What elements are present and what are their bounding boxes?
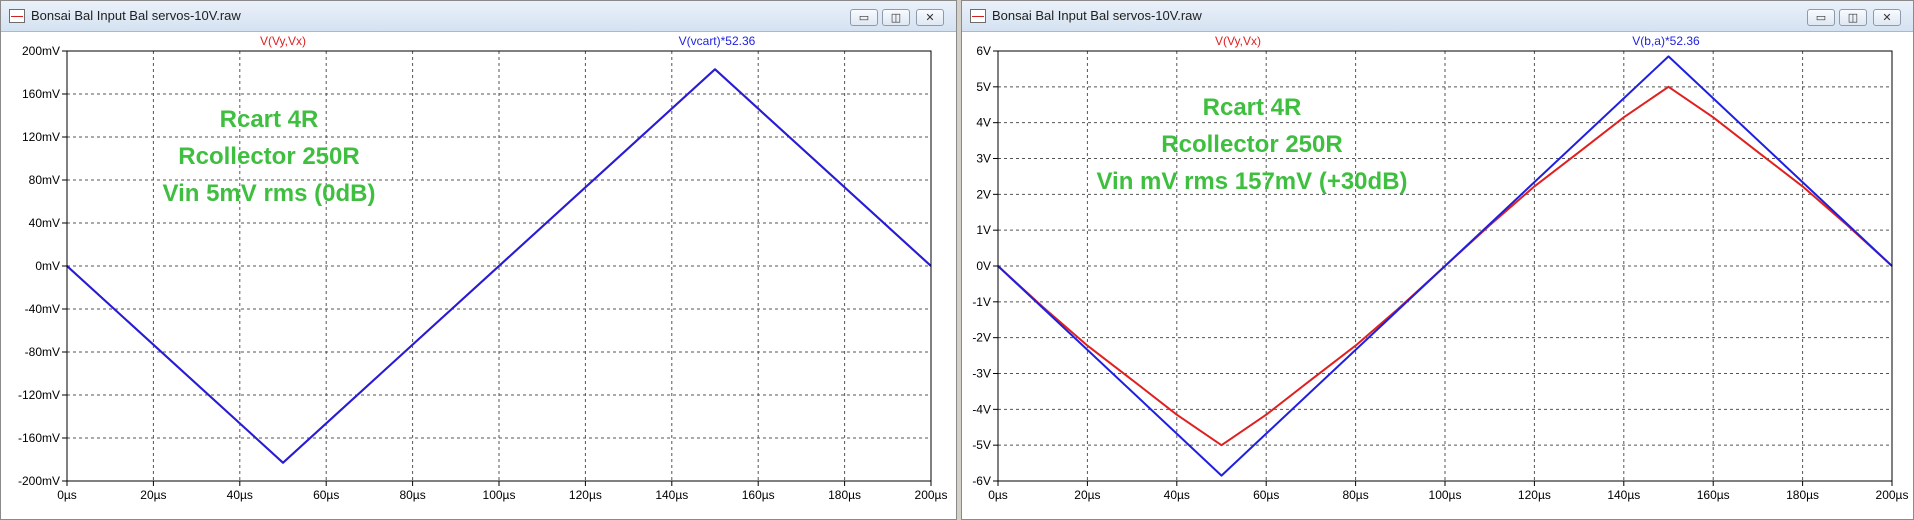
x-tick-label: 120µs <box>1518 488 1551 502</box>
x-tick-label: 40µs <box>1164 488 1190 502</box>
minimize-button[interactable]: ▭ <box>850 9 878 26</box>
trace-title-blue: V(vcart)*52.36 <box>679 34 756 48</box>
waveform-window-left: Bonsai Bal Input Bal servos-10V.raw ▭ ◫ … <box>0 0 957 520</box>
waveform-plot[interactable]: V(Vy,Vx) V(b,a)*52.36 6V 5V 4V 3V 2V 1V 0V -1V -2V… <box>962 31 1913 519</box>
y-tick-label: 200mV <box>22 44 60 58</box>
y-tick-label: 1V <box>976 223 991 237</box>
x-tick-label: 80µs <box>399 488 425 502</box>
x-tick-label: 0µs <box>57 488 77 502</box>
y-tick-label: 4V <box>976 116 991 130</box>
waveform-plot[interactable]: V(Vy,Vx) V(vcart)*52.36 200mV 160mV 120mV 80m… <box>1 31 956 519</box>
window-title: Bonsai Bal Input Bal servos-10V.raw <box>992 8 1202 23</box>
minimize-button[interactable]: ▭ <box>1807 9 1835 26</box>
annotation-line: Vin mV rms 157mV (+30dB) <box>1096 168 1407 195</box>
y-tick-label: -160mV <box>18 431 60 445</box>
annotation-line: Rcollector 250R <box>178 143 359 170</box>
y-tick-label: 6V <box>976 44 991 58</box>
waveform-window-right: Bonsai Bal Input Bal servos-10V.raw ▭ ◫ … <box>961 0 1914 520</box>
trace-title-red: V(Vy,Vx) <box>1215 34 1261 48</box>
annotation-line: Vin 5mV rms (0dB) <box>163 180 376 207</box>
annotation-line: Rcart 4R <box>220 106 319 133</box>
y-tick-label: -80mV <box>25 345 60 359</box>
x-tick-label: 100µs <box>1429 488 1462 502</box>
x-tick-label: 0µs <box>988 488 1008 502</box>
y-tick-label: 0mV <box>35 259 60 273</box>
close-icon: ✕ <box>925 11 935 24</box>
y-tick-label: 5V <box>976 80 991 94</box>
y-tick-label: -40mV <box>25 302 60 316</box>
x-tick-label: 200µs <box>1876 488 1909 502</box>
x-tick-label: 160µs <box>1697 488 1730 502</box>
restore-button[interactable]: ◫ <box>882 9 910 26</box>
y-tick-label: 80mV <box>29 173 60 187</box>
y-tick-label: -2V <box>972 331 991 345</box>
y-tick-label: -6V <box>972 474 991 488</box>
y-tick-label: -5V <box>972 438 991 452</box>
y-tick-label: 0V <box>976 259 991 273</box>
y-tick-label: 3V <box>976 152 991 166</box>
trace-title-blue: V(b,a)*52.36 <box>1632 34 1700 48</box>
x-tick-label: 40µs <box>227 488 253 502</box>
title-bar[interactable]: Bonsai Bal Input Bal servos-10V.raw ▭ ◫ … <box>962 1 1913 32</box>
x-tick-label: 200µs <box>915 488 948 502</box>
y-tick-label: -200mV <box>18 474 60 488</box>
y-tick-label: 40mV <box>29 216 60 230</box>
x-tick-label: 120µs <box>569 488 602 502</box>
x-tick-label: 60µs <box>1253 488 1279 502</box>
y-tick-label: -3V <box>972 367 991 381</box>
waveform-app-icon <box>970 9 986 23</box>
x-tick-label: 140µs <box>655 488 688 502</box>
minimize-icon: ▭ <box>858 11 870 24</box>
trace-title-red: V(Vy,Vx) <box>260 34 306 48</box>
y-tick-label: -4V <box>972 402 991 416</box>
x-tick-label: 100µs <box>483 488 516 502</box>
waveform-app-icon <box>9 9 25 23</box>
x-tick-label: 180µs <box>828 488 861 502</box>
minimize-icon: ▭ <box>1815 11 1827 24</box>
y-tick-label: 160mV <box>22 87 60 101</box>
title-bar[interactable]: Bonsai Bal Input Bal servos-10V.raw ▭ ◫ … <box>1 1 956 32</box>
x-tick-label: 20µs <box>1074 488 1100 502</box>
restore-button[interactable]: ◫ <box>1839 9 1867 26</box>
window-title: Bonsai Bal Input Bal servos-10V.raw <box>31 8 241 23</box>
x-tick-label: 160µs <box>742 488 775 502</box>
y-tick-label: 2V <box>976 187 991 201</box>
annotation-line: Rcollector 250R <box>1161 131 1342 158</box>
y-tick-label: -1V <box>972 295 991 309</box>
close-button[interactable]: ✕ <box>1873 9 1901 26</box>
y-tick-label: -120mV <box>18 388 60 402</box>
y-tick-label: 120mV <box>22 130 60 144</box>
close-icon: ✕ <box>1882 11 1892 24</box>
x-tick-label: 80µs <box>1342 488 1368 502</box>
x-tick-label: 20µs <box>140 488 166 502</box>
x-tick-label: 60µs <box>313 488 339 502</box>
annotation-line: Rcart 4R <box>1203 94 1302 121</box>
close-button[interactable]: ✕ <box>916 9 944 26</box>
restore-icon: ◫ <box>1847 11 1859 24</box>
restore-icon: ◫ <box>890 11 902 24</box>
x-tick-label: 180µs <box>1786 488 1819 502</box>
x-tick-label: 140µs <box>1607 488 1640 502</box>
